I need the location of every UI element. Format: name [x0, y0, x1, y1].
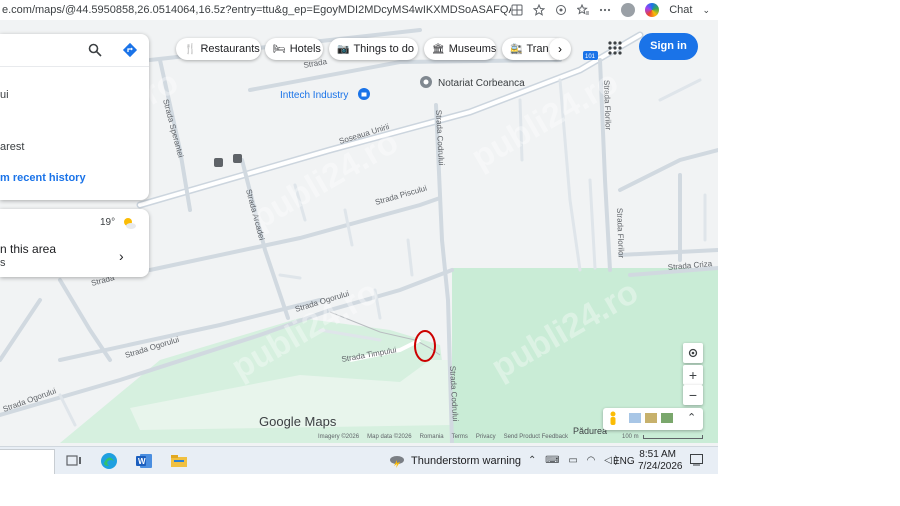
minus-icon: −	[688, 387, 698, 403]
transit-icon: 🚉	[510, 43, 523, 55]
place-notariat: Notariat Corbeanca	[438, 78, 525, 89]
layer-thumb-satellite[interactable]	[629, 413, 641, 423]
taskbar-weather[interactable]: Thunderstorm warning	[389, 454, 521, 468]
language-indicator[interactable]: ENG	[613, 456, 635, 467]
bus-stop-icon	[233, 154, 242, 163]
scale-label: 100 m	[622, 434, 639, 440]
url-field[interactable]: e.com/maps/@44.5950858,26.0514064,16.5z?…	[0, 4, 511, 16]
scale-bar	[642, 435, 703, 439]
attrib-privacy[interactable]: Privacy	[476, 434, 496, 443]
favorites-icon[interactable]	[577, 4, 590, 16]
sun-cloud-icon	[124, 218, 136, 229]
zoom-out-button[interactable]: −	[683, 385, 703, 405]
street-label: Strada Florilor	[615, 208, 626, 259]
edge-browser-icon[interactable]	[99, 451, 119, 471]
recent-item[interactable]: ui	[0, 89, 9, 101]
divider	[0, 66, 149, 67]
chip-museums[interactable]: 🏛 Museums	[424, 38, 496, 60]
map-attribution: Imagery ©2026 Map data ©2026 Romania Ter…	[318, 434, 568, 443]
system-tray-icons[interactable]: ⌃ ⌨ ▭ ◠ ◁)	[528, 455, 621, 466]
weather-warning-text: Thunderstorm warning	[411, 455, 522, 467]
road-number-text: 101	[585, 54, 596, 60]
profile-avatar[interactable]	[621, 3, 636, 17]
pegman-icon[interactable]	[608, 411, 618, 427]
bed-icon: 🛏	[273, 43, 286, 55]
my-location-button[interactable]	[683, 343, 703, 363]
copilot-icon[interactable]	[645, 3, 660, 17]
taskbar-search-box[interactable]	[0, 449, 55, 474]
chip-things-to-do[interactable]: 📷 Things to do	[329, 38, 418, 60]
clock-time: 8:51 AM	[639, 449, 676, 460]
notification-icon[interactable]	[690, 454, 703, 466]
attrib-imagery: Imagery ©2026	[318, 434, 360, 440]
layers-strip[interactable]: ⌃	[603, 408, 703, 430]
storm-icon	[390, 456, 404, 468]
screenshot: e.com/maps/@44.5950858,26.0514064,16.5z?…	[0, 0, 718, 474]
map-scale[interactable]: 100 m	[622, 434, 703, 440]
star-icon[interactable]	[533, 4, 546, 16]
zoom-in-button[interactable]: +	[683, 365, 703, 385]
recent-history-link[interactable]: m recent history	[0, 172, 86, 184]
crosshair-icon	[688, 348, 698, 358]
taskbar-clock[interactable]: 8:51 AM 7/24/2026	[638, 449, 683, 473]
search-panel: ui arest m recent history	[0, 34, 149, 200]
windows-taskbar: W Thunderstorm warning ⌃ ⌨ ▭ ◠ ◁) ENG 8:…	[0, 446, 718, 474]
clock-date: 7/24/2026	[638, 461, 683, 472]
more-icon[interactable]	[599, 4, 611, 16]
browser-address-bar: e.com/maps/@44.5950858,26.0514064,16.5z?…	[0, 0, 718, 20]
chat-label[interactable]: Chat	[669, 4, 692, 16]
chip-label: Hotels	[289, 43, 321, 55]
sign-in-button[interactable]: Sign in	[639, 33, 698, 60]
chevron-up-icon[interactable]: ⌃	[687, 411, 696, 424]
puzzle-icon[interactable]	[555, 4, 567, 16]
camera-icon: 📷	[337, 43, 350, 55]
task-view-icon[interactable]	[64, 451, 84, 471]
svg-text:W: W	[138, 457, 146, 466]
search-icon[interactable]	[88, 43, 102, 57]
attrib-mapdata: Map data ©2026	[367, 434, 412, 440]
chip-label: Things to do	[353, 43, 414, 55]
directions-icon[interactable]	[122, 42, 138, 58]
bus-stop-icon	[214, 158, 223, 167]
chip-label: Restaurants	[200, 43, 260, 55]
chip-label: Museums	[448, 43, 496, 55]
extensions-icon[interactable]	[511, 4, 523, 16]
attrib-feedback[interactable]: Send Product Feedback	[504, 434, 568, 443]
chip-restaurants[interactable]: 🍴 Restaurants	[176, 38, 261, 60]
apps-grid-icon[interactable]	[607, 40, 623, 56]
weather-line-2: s	[0, 257, 6, 269]
layer-thumb-terrain[interactable]	[645, 413, 657, 423]
layer-thumb-traffic[interactable]	[661, 413, 673, 423]
google-maps-logo: Google Maps	[259, 414, 337, 429]
weather-temp: 19°	[100, 217, 116, 228]
weather-card[interactable]: 19° n this area s ›	[0, 209, 149, 277]
plus-icon: +	[688, 367, 698, 383]
attrib-country[interactable]: Romania	[420, 434, 444, 443]
file-explorer-icon[interactable]	[169, 451, 189, 471]
word-icon[interactable]: W	[134, 451, 154, 471]
museum-icon: 🏛	[432, 43, 445, 55]
chevron-down-icon[interactable]: ⌄	[702, 5, 710, 16]
fork-knife-icon: 🍴	[184, 43, 197, 55]
chips-scroll-right-button[interactable]: ›	[549, 38, 571, 60]
weather-line-1: n this area	[0, 242, 57, 256]
chevron-right-icon[interactable]: ›	[119, 248, 124, 264]
area-label: Pădurea	[573, 426, 607, 436]
attrib-terms[interactable]: Terms	[452, 434, 468, 443]
chip-hotels[interactable]: 🛏 Hotels	[265, 38, 323, 60]
recent-item[interactable]: arest	[0, 141, 24, 153]
place-inttech: Inttech Industry	[280, 90, 348, 101]
